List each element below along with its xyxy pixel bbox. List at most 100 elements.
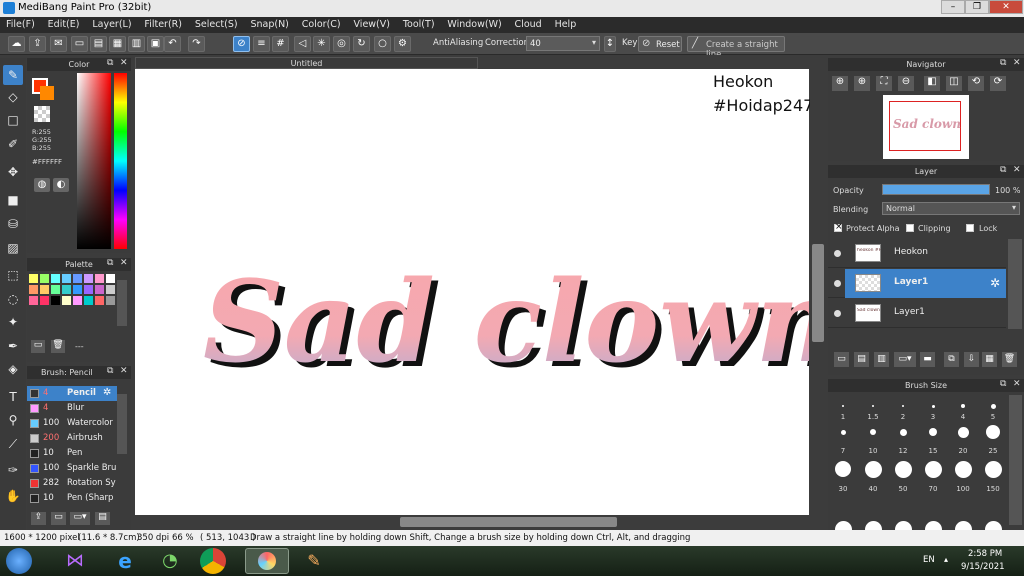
horizontal-scrollbar[interactable]	[135, 516, 810, 528]
menu-file[interactable]: File(F)	[0, 17, 35, 30]
export-icon[interactable]: ▣	[147, 36, 164, 52]
fit-window-icon[interactable]: ⛶	[876, 76, 892, 91]
start-button-icon[interactable]	[6, 548, 32, 574]
delete-layer-icon[interactable]: 🗑	[1002, 352, 1017, 367]
navigator-preview[interactable]: Sad clown	[883, 95, 969, 159]
brush-upload-icon[interactable]: ⇪	[31, 512, 46, 525]
zoom-actual-icon[interactable]: ⊕	[854, 76, 870, 91]
undock-icon[interactable]: ⧉	[107, 58, 113, 68]
vertical-scrollbar[interactable]	[810, 69, 826, 515]
undock-icon[interactable]: ⧉	[1000, 379, 1006, 389]
new-halftone-layer-icon[interactable]: ▤	[854, 352, 869, 367]
app-green-icon[interactable]: ◔	[157, 548, 183, 574]
brush-list-item[interactable]: 100 Watercolor	[27, 416, 117, 431]
clipping-checkbox[interactable]	[906, 224, 914, 232]
palette-swatch[interactable]	[51, 285, 60, 294]
brush-size-dot[interactable]	[961, 404, 965, 408]
layer-settings-gear-icon[interactable]: ✲	[990, 276, 1000, 290]
move-tool-icon[interactable]: ✥	[3, 162, 23, 182]
brush-size-dot[interactable]	[986, 425, 1000, 439]
brush-size-dot[interactable]	[990, 403, 996, 409]
layer-scrollbar[interactable]	[1008, 239, 1022, 329]
magic-wand-tool-icon[interactable]: ✦	[3, 312, 23, 332]
clock-time[interactable]: 2:58 PM	[968, 549, 1002, 559]
protect-alpha-checkbox[interactable]	[834, 222, 843, 232]
brush-add-icon[interactable]: ▭	[51, 512, 66, 525]
grid-icon[interactable]: ▦	[109, 36, 126, 52]
palette-swatch[interactable]	[84, 285, 93, 294]
zoom-in-icon[interactable]: ⊕	[832, 76, 848, 91]
transparent-color-swatch[interactable]	[34, 106, 50, 122]
palette-swatch[interactable]	[40, 296, 49, 305]
undo-icon[interactable]: ↶	[164, 36, 181, 52]
trash-icon[interactable]: 🗑	[51, 340, 65, 353]
palette-swatch[interactable]	[51, 274, 60, 283]
lasso-tool-icon[interactable]: ◌	[3, 289, 23, 309]
snap-circle-icon[interactable]: ○	[374, 36, 391, 52]
hand-tool-icon[interactable]: ✋	[3, 486, 23, 506]
saturation-value-picker[interactable]	[77, 73, 111, 249]
straight-line-button[interactable]: ╱ Create a straight line	[687, 36, 785, 60]
internet-explorer-icon[interactable]: e	[112, 548, 138, 574]
visibility-eye-icon[interactable]	[834, 250, 841, 257]
brush-size-dot[interactable]	[840, 429, 846, 435]
palette-swatch[interactable]	[95, 296, 104, 305]
palette-swatch[interactable]	[84, 274, 93, 283]
add-layer-menu-icon[interactable]: ▭▾	[894, 352, 916, 367]
close-icon[interactable]: ✕	[120, 366, 128, 376]
rotate-right-icon[interactable]: ⟳	[990, 76, 1006, 91]
close-icon[interactable]: ✕	[1013, 379, 1021, 389]
layer-row[interactable]: Layer1 ✲	[828, 269, 1006, 298]
visibility-eye-icon[interactable]	[834, 310, 841, 317]
palette-swatch[interactable]	[40, 285, 49, 294]
palette-swatch[interactable]	[106, 296, 115, 305]
undock-icon[interactable]: ⧉	[1000, 165, 1006, 175]
comment-icon[interactable]: ✉	[50, 36, 67, 52]
close-icon[interactable]: ✕	[1013, 58, 1021, 68]
pen-tool-icon[interactable]: ✑	[3, 460, 23, 480]
brush-size-dot[interactable]	[929, 428, 937, 436]
snap-curve-icon[interactable]: ↻	[353, 36, 370, 52]
horizontal-scroll-thumb[interactable]	[400, 517, 617, 527]
maximize-button[interactable]: ❐	[965, 0, 989, 14]
new-file-icon[interactable]: ▭	[71, 36, 88, 52]
close-icon[interactable]: ✕	[120, 258, 128, 268]
palette-swatch[interactable]	[73, 296, 82, 305]
save-icon[interactable]: ▤	[90, 36, 107, 52]
layer-settings-icon[interactable]: ▦	[982, 352, 997, 367]
brush-size-dot[interactable]	[957, 426, 969, 438]
correction-select[interactable]: 40 ▾	[526, 36, 600, 51]
palette-swatch[interactable]	[84, 296, 93, 305]
menu-layer[interactable]: Layer(L)	[86, 17, 131, 30]
snap-off-icon[interactable]: ⊘	[233, 36, 250, 52]
brush-scrollbar[interactable]	[117, 394, 127, 454]
palette-swatch[interactable]	[95, 285, 104, 294]
brush-size-scrollbar[interactable]	[1009, 395, 1022, 525]
visibility-eye-icon[interactable]	[834, 280, 841, 287]
operation-tool-icon[interactable]: ⚲	[3, 410, 23, 430]
palette-swatch[interactable]	[95, 274, 104, 283]
brush-settings-icon[interactable]: ▤	[95, 512, 110, 525]
menu-select[interactable]: Select(S)	[189, 17, 238, 30]
lock-checkbox[interactable]	[966, 224, 974, 232]
redo-icon[interactable]: ↷	[188, 36, 205, 52]
snap-concentric-icon[interactable]: ◎	[333, 36, 350, 52]
hue-slider[interactable]	[114, 73, 127, 249]
select-pen-tool-icon[interactable]: ✒	[3, 336, 23, 356]
brush-add-menu-icon[interactable]: ▭▾	[70, 512, 90, 525]
chrome-icon[interactable]	[200, 548, 226, 574]
close-icon[interactable]: ✕	[120, 58, 128, 68]
palette-swatch[interactable]	[62, 296, 71, 305]
brush-size-dot[interactable]	[984, 460, 1002, 478]
menu-edit[interactable]: Edit(E)	[42, 17, 80, 30]
canvas-tab[interactable]: Untitled	[135, 57, 478, 69]
palette-swatch[interactable]	[73, 285, 82, 294]
vertical-scroll-thumb[interactable]	[812, 244, 824, 342]
brush-tool-icon[interactable]: ✎	[3, 65, 23, 85]
brush-settings-gear-icon[interactable]: ✲	[103, 387, 111, 398]
upload-icon[interactable]: ⇪	[29, 36, 46, 52]
color-wheel-icon[interactable]: ◍	[34, 178, 50, 192]
undock-icon[interactable]: ⧉	[1000, 58, 1006, 68]
snap-settings-icon[interactable]: ⚙	[394, 36, 411, 52]
brush-size-dot[interactable]	[954, 460, 972, 478]
